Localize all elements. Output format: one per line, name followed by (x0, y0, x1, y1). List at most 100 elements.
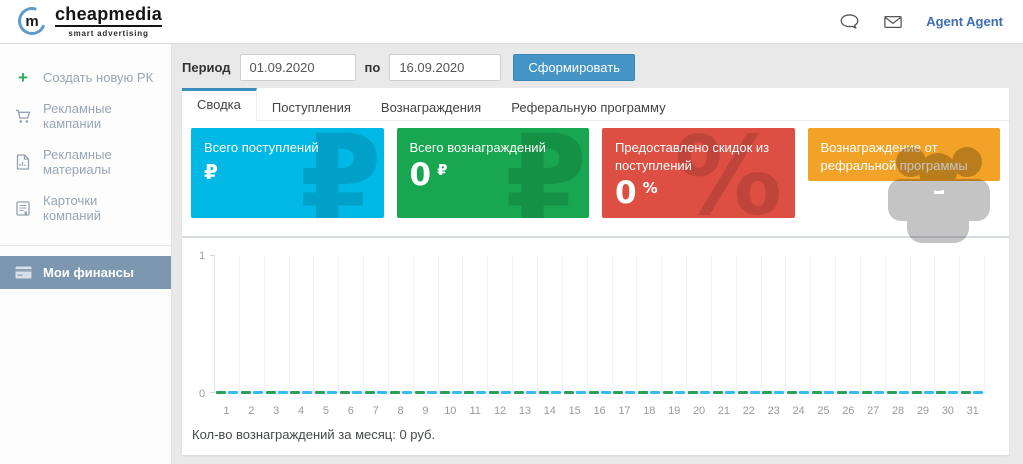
chart-day-group (265, 255, 290, 392)
summary-cards: Всего поступлений₽₽Всего вознаграждений0… (182, 121, 1009, 218)
x-axis-tick-label: 9 (413, 405, 438, 417)
x-axis-tick-label: 19 (662, 405, 687, 417)
chart-day-group (786, 255, 811, 392)
x-axis-tick-label: 1 (214, 405, 239, 417)
chart-day-group (662, 255, 687, 392)
chart-bar (738, 391, 748, 394)
sidebar-item[interactable]: Рекламные кампании (0, 93, 171, 139)
x-axis-tick-label: 30 (935, 405, 960, 417)
chart-day-group (389, 255, 414, 392)
chart-bar (862, 391, 872, 394)
summary-card-box: Всего вознаграждений0₽₽ (397, 128, 590, 218)
summary-card-box: Предоставлено скидок из поступлений0%% (602, 128, 795, 218)
chart-day-group (588, 255, 613, 392)
period-label: Период (182, 60, 231, 75)
x-axis-tick-label: 22 (736, 405, 761, 417)
chart-day-group (886, 255, 911, 392)
chat-icon[interactable] (838, 13, 860, 31)
tab[interactable]: Реферальную программу (496, 88, 680, 120)
chart-bar (377, 391, 387, 394)
plus-icon: + (14, 71, 32, 85)
chart-bar (688, 391, 698, 394)
chart-day-group (687, 255, 712, 392)
chart-bar (973, 391, 983, 394)
finance-card-icon (14, 266, 32, 279)
chart-bar (390, 391, 400, 394)
card-value: ₽ (204, 160, 371, 184)
chart-bar (464, 391, 474, 394)
summary-card: Вознаграждение от рефральной программы (808, 128, 1001, 218)
monthly-rewards-note: Кол-во вознаграждений за месяц: 0 руб. (182, 417, 1009, 455)
chart-bar (899, 391, 909, 394)
chart-bar (663, 391, 673, 394)
summary-card-box: Всего поступлений₽₽ (191, 128, 384, 218)
sidebar-item[interactable]: Мои финансы (0, 256, 171, 289)
chart-day-group (538, 255, 563, 392)
rewards-chart: 1 0 123456789101112131415161718192021222… (192, 250, 999, 417)
cart-icon (14, 109, 32, 124)
chart-day-group (488, 255, 513, 392)
chart-bar (315, 391, 325, 394)
chart-bar (241, 391, 251, 394)
x-axis-tick-label: 29 (911, 405, 936, 417)
card-title: Всего поступлений (204, 139, 371, 157)
tab[interactable]: Вознаграждения (366, 88, 496, 120)
user-menu[interactable]: Agent Agent (926, 14, 1003, 29)
chart-day-group (762, 255, 787, 392)
chart-day-group (637, 255, 662, 392)
people-icon (881, 138, 996, 243)
sidebar-item-label: Рекламные материалы (43, 147, 157, 177)
generate-button[interactable]: Сформировать (513, 54, 635, 81)
chart-bar (874, 391, 884, 394)
chart-bar (750, 391, 760, 394)
card-value: 0₽ (410, 160, 577, 191)
chart-day-group (240, 255, 265, 392)
chart-bar (948, 391, 958, 394)
x-axis-tick-label: 28 (886, 405, 911, 417)
x-axis-tick-label: 6 (338, 405, 363, 417)
chart-bar (327, 391, 337, 394)
chart-bar (228, 391, 238, 394)
summary-card: Всего вознаграждений0₽₽ (397, 128, 590, 218)
x-axis-tick-label: 14 (537, 405, 562, 417)
chart-bar (266, 391, 276, 394)
chart-day-group (439, 255, 464, 392)
chart-bar (824, 391, 834, 394)
chart-day-group (563, 255, 588, 392)
chart-bar (302, 391, 312, 394)
x-axis-tick-label: 18 (637, 405, 662, 417)
chart-bar (601, 391, 611, 394)
sidebar-item[interactable]: Карточки компаний (0, 185, 171, 231)
date-from-input[interactable] (240, 54, 356, 81)
company-card-icon (14, 201, 32, 216)
tab-strip: СводкаПоступленияВознагражденияРеферальн… (182, 88, 1009, 121)
envelope-icon[interactable] (882, 13, 904, 31)
tab[interactable]: Сводка (182, 88, 257, 121)
chart-bar (452, 391, 462, 394)
chart-day-group (811, 255, 836, 392)
chart-bar (799, 391, 809, 394)
sidebar-item[interactable]: Рекламные материалы (0, 139, 171, 185)
chart-day-group (215, 255, 240, 392)
chart-bar (837, 391, 847, 394)
x-axis-tick-label: 5 (314, 405, 339, 417)
chart-bar (787, 391, 797, 394)
chart-day-group (364, 255, 389, 392)
chart-day-group (463, 255, 488, 392)
sidebar-item-label: Рекламные кампании (43, 101, 157, 131)
sidebar: +Создать новую РК Рекламные кампании Рекла… (0, 44, 172, 464)
x-axis-tick-label: 27 (861, 405, 886, 417)
y-axis-tick-label: 1 (199, 250, 205, 262)
chart-bar (924, 391, 934, 394)
sidebar-divider (0, 245, 171, 246)
tab[interactable]: Поступления (257, 88, 366, 120)
x-axis-tick-label: 11 (463, 405, 488, 417)
chart-bar (476, 391, 486, 394)
chart-bar (415, 391, 425, 394)
chart-bar (613, 391, 623, 394)
x-axis-tick-label: 7 (363, 405, 388, 417)
sidebar-item[interactable]: +Создать новую РК (0, 62, 171, 93)
date-to-input[interactable] (389, 54, 501, 81)
chart-day-group (613, 255, 638, 392)
chart-bar (762, 391, 772, 394)
